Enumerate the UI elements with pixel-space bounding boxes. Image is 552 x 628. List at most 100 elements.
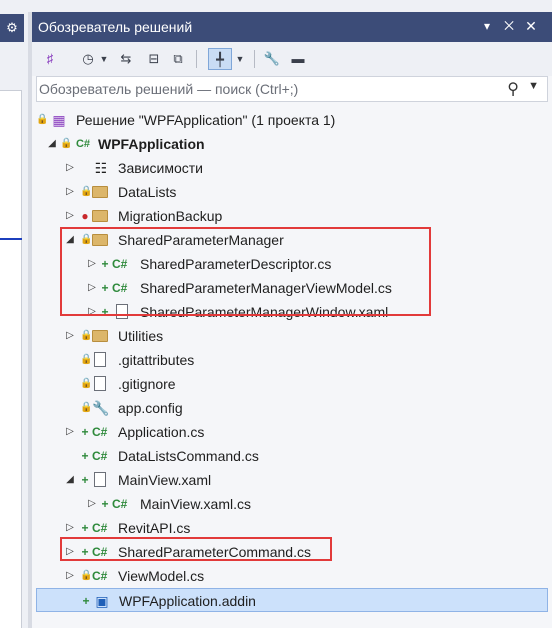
expand-arrow-icon[interactable]: ▷	[64, 564, 76, 588]
added-icon: +	[81, 545, 89, 559]
tree-item-label: SharedParameterManager	[118, 232, 284, 248]
tree-item-file[interactable]: 🔒 .gitattributes	[36, 348, 548, 372]
root: ⚙ Обозреватель решений ▾ ⨉ ✕ ♯ ◷ ▼ ⇆ ⊟ ⧉…	[0, 0, 552, 628]
added-icon: +	[81, 449, 89, 463]
tree-item-file[interactable]: ▷ + C# SharedParameterDescriptor.cs	[36, 252, 548, 276]
expand-arrow-icon[interactable]: ▷	[64, 324, 76, 348]
tree-item-file[interactable]: 🔒 🔧 app.config	[36, 396, 548, 420]
tree-item-label: MainView.xaml	[118, 472, 212, 488]
history-dropdown-icon[interactable]: ▼	[98, 48, 110, 70]
left-dock-strip: ⚙	[0, 0, 24, 628]
tree-item-project[interactable]: ◢ 🔒 C# WPFApplication	[36, 132, 548, 156]
wrench-icon[interactable]: 🔧	[262, 48, 282, 70]
tree-item-file[interactable]: ▷ 🔒 C# ViewModel.cs	[36, 564, 548, 588]
tree-item-file[interactable]: ▷ + C# MainView.xaml.cs	[36, 492, 548, 516]
expand-arrow-icon[interactable]: ▷	[64, 156, 76, 180]
tree-item-file[interactable]: ▷ + C# SharedParameterManagerViewModel.c…	[36, 276, 548, 300]
collapse-arrow-icon[interactable]: ◢	[64, 468, 76, 492]
expand-arrow-icon[interactable]: ▷	[86, 492, 98, 516]
tree-item-label: app.config	[118, 400, 183, 416]
pin-icon[interactable]: ⨉	[500, 16, 518, 36]
expand-arrow-icon[interactable]: ▷	[64, 420, 76, 444]
tree-item-file[interactable]: ▷ + SharedParameterManagerWindow.xaml	[36, 300, 548, 324]
tree-item-folder[interactable]: ▷ 🔒 DataLists	[36, 180, 548, 204]
tree-item-label: Utilities	[118, 328, 164, 344]
tree-view-dropdown-icon[interactable]: ▼	[234, 48, 246, 70]
preview-icon[interactable]: ▬	[288, 48, 308, 70]
editor-area	[0, 90, 22, 628]
tree-item-label: Application.cs	[118, 424, 205, 440]
csharp-file-icon: C#	[112, 257, 128, 271]
lock-icon: 🔒	[60, 138, 73, 149]
panel-toolbar: ♯ ◷ ▼ ⇆ ⊟ ⧉ ╇ ▼ 🔧 ▬	[32, 42, 552, 76]
folder-icon	[92, 180, 110, 204]
sync-arrows-icon[interactable]: ⇆	[116, 48, 136, 70]
tree-item-solution[interactable]: 🔒 ▦ Решение "WPFApplication" (1 проекта …	[36, 108, 548, 132]
xaml-file-icon	[116, 300, 132, 324]
lock-icon: 🔒	[80, 234, 93, 245]
solution-icon: ▦	[52, 112, 66, 128]
csharp-file-icon: C#	[112, 497, 128, 511]
tree-item-dependencies[interactable]: ▷ ☷ Зависимости	[36, 156, 548, 180]
tree-item-label: WPFApplication	[98, 136, 205, 152]
tree-item-label: SharedParameterManagerWindow.xaml	[140, 304, 389, 320]
search-options-dropdown-icon[interactable]: ▼	[528, 80, 539, 92]
collapse-all-icon[interactable]: ⊟	[144, 48, 164, 70]
csharp-file-icon: C#	[92, 425, 108, 439]
chevron-down-icon[interactable]: ▾	[478, 16, 496, 36]
added-icon: +	[101, 257, 109, 271]
csharp-file-icon: C#	[92, 569, 108, 583]
dependencies-icon: ☷	[94, 160, 108, 176]
editor-blue-line	[0, 238, 22, 240]
added-icon: +	[101, 497, 109, 511]
copy-icon[interactable]: ⧉	[168, 48, 188, 70]
added-icon: +	[81, 425, 89, 439]
lock-icon: 🔒	[80, 570, 93, 581]
tree-item-label: WPFApplication.addin	[119, 593, 256, 609]
tree-item-label: DataListsCommand.cs	[118, 448, 259, 464]
tree-item-file-selected[interactable]: + ▣ WPFApplication.addin	[36, 588, 548, 612]
lock-icon: 🔒	[80, 354, 93, 365]
xaml-file-icon	[94, 468, 110, 492]
folder-icon	[92, 228, 110, 252]
toolbar-separator	[254, 50, 255, 68]
folder-icon	[92, 204, 110, 228]
tree-view-icon[interactable]: ╇	[208, 48, 232, 70]
collapse-arrow-icon[interactable]: ◢	[46, 132, 58, 156]
expand-arrow-icon[interactable]: ▷	[86, 276, 98, 300]
tree-item-file[interactable]: ▷ + C# Application.cs	[36, 420, 548, 444]
csharp-file-icon: C#	[92, 521, 108, 535]
tree-item-folder[interactable]: ▷ 🔒 Utilities	[36, 324, 548, 348]
expand-arrow-icon[interactable]: ▷	[64, 516, 76, 540]
file-icon	[94, 372, 110, 396]
tree-item-file[interactable]: ▷ + C# RevitAPI.cs	[36, 516, 548, 540]
gear-icon[interactable]: ⚙	[0, 14, 24, 42]
added-icon: +	[82, 594, 90, 608]
collapse-arrow-icon[interactable]: ◢	[64, 228, 76, 252]
tree-item-label: MainView.xaml.cs	[140, 496, 252, 512]
search-input[interactable]	[39, 79, 509, 99]
tree-item-folder[interactable]: ▷ ● MigrationBackup	[36, 204, 548, 228]
expand-arrow-icon[interactable]: ▷	[64, 180, 76, 204]
tree-item-label: DataLists	[118, 184, 177, 200]
tree-item-label: SharedParameterManagerViewModel.cs	[140, 280, 392, 296]
tree-item-label: Зависимости	[118, 160, 203, 176]
close-icon[interactable]: ✕	[522, 16, 540, 36]
expand-arrow-icon[interactable]: ▷	[86, 300, 98, 324]
expand-arrow-icon[interactable]: ▷	[86, 252, 98, 276]
vs-sync-icon[interactable]: ♯	[40, 48, 60, 70]
tree-item-file[interactable]: ◢ + MainView.xaml	[36, 468, 548, 492]
tree-item-label: RevitAPI.cs	[118, 520, 191, 536]
toolbar-separator	[196, 50, 197, 68]
lock-icon: 🔒	[80, 330, 93, 341]
tree-item-folder[interactable]: ◢ 🔒 SharedParameterManager	[36, 228, 548, 252]
added-icon: +	[81, 473, 89, 487]
tree-item-file[interactable]: + C# DataListsCommand.cs	[36, 444, 548, 468]
tree-item-file[interactable]: ▷ + C# SharedParameterCommand.cs	[36, 540, 548, 564]
expand-arrow-icon[interactable]: ▷	[64, 540, 76, 564]
history-icon[interactable]: ◷	[78, 48, 98, 70]
expand-arrow-icon[interactable]: ▷	[64, 204, 76, 228]
solution-tree: 🔒 ▦ Решение "WPFApplication" (1 проекта …	[36, 104, 548, 628]
search-icon[interactable]: ⚲	[507, 79, 519, 99]
tree-item-file[interactable]: 🔒 .gitignore	[36, 372, 548, 396]
